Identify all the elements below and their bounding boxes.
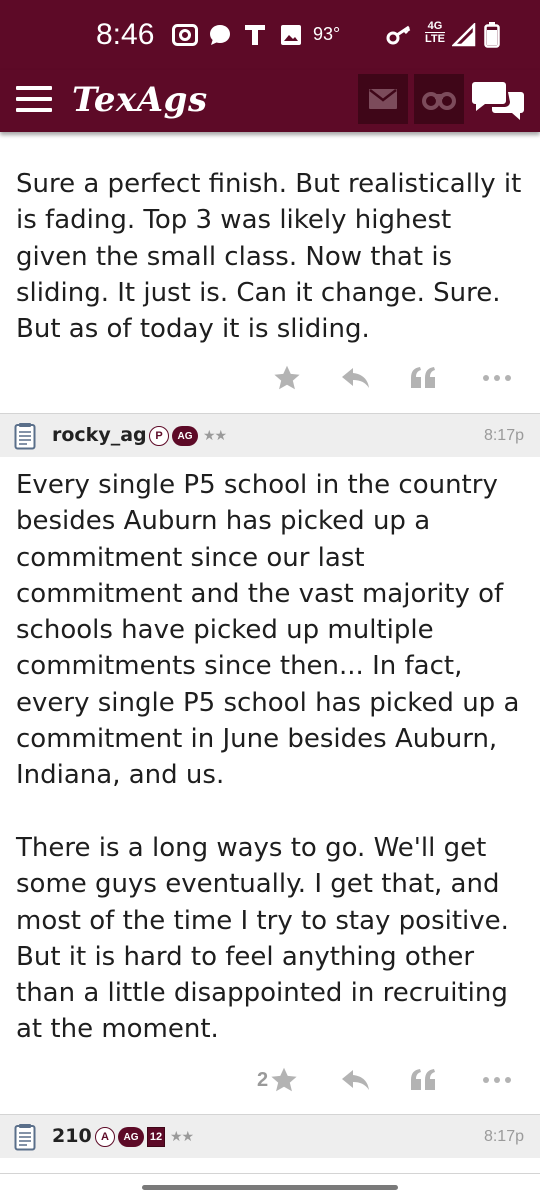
post-paragraph: There is a long ways to go. We'll get so… bbox=[16, 832, 509, 1045]
post-body: Sure a perfect finish. But realistically… bbox=[16, 169, 522, 345]
t-mobile-icon bbox=[244, 22, 266, 48]
more-options-button[interactable] bbox=[482, 1060, 512, 1100]
menu-icon[interactable] bbox=[14, 83, 54, 115]
star-count: 2 bbox=[257, 1068, 269, 1091]
badge-ag: AG bbox=[172, 426, 198, 446]
reply-button[interactable] bbox=[341, 1060, 371, 1100]
site-logo[interactable]: TexAgs bbox=[72, 80, 208, 120]
notepad-icon[interactable] bbox=[14, 422, 36, 454]
divider bbox=[0, 1173, 540, 1174]
badge-12: 12 bbox=[147, 1127, 165, 1147]
key-icon bbox=[386, 22, 414, 48]
quote-icon bbox=[411, 367, 435, 388]
badge-a: A bbox=[95, 1127, 115, 1147]
signal-icon bbox=[452, 22, 476, 48]
post-time: 8:17p bbox=[483, 427, 524, 444]
user-badges: P AG ★★ bbox=[149, 426, 227, 446]
chat-icon bbox=[472, 82, 524, 120]
rating-stars: ★★ bbox=[203, 428, 227, 444]
reply-icon bbox=[342, 1070, 369, 1090]
quote-button[interactable] bbox=[410, 1060, 436, 1100]
star-button[interactable] bbox=[273, 358, 301, 398]
user-badges: A AG 12 ★★ bbox=[95, 1127, 194, 1147]
temperature: 93° bbox=[313, 24, 341, 44]
post-actions: 2 bbox=[0, 1060, 540, 1100]
network-type: 4G LTE bbox=[425, 20, 445, 45]
post-paragraph: Every single P5 school in the country be… bbox=[16, 470, 520, 791]
notepad-icon[interactable] bbox=[14, 1123, 36, 1155]
image-icon bbox=[280, 22, 302, 48]
binoculars-button[interactable] bbox=[414, 74, 464, 124]
star-icon bbox=[271, 1067, 297, 1092]
quote-button[interactable] bbox=[410, 358, 436, 398]
status-time: 8:46 bbox=[96, 18, 155, 51]
star-button[interactable]: 2 bbox=[257, 1060, 298, 1100]
quote-icon bbox=[411, 1069, 435, 1090]
more-dots-icon bbox=[483, 1077, 511, 1083]
post-body: Every single P5 school in the country be… bbox=[16, 467, 526, 1048]
more-dots-icon bbox=[483, 375, 511, 381]
reply-button[interactable] bbox=[341, 358, 371, 398]
binoculars-icon bbox=[422, 92, 456, 110]
badge-p: P bbox=[149, 426, 169, 446]
more-options-button[interactable] bbox=[482, 358, 512, 398]
mail-icon bbox=[369, 89, 397, 109]
star-icon bbox=[274, 365, 300, 390]
username[interactable]: rocky_ag bbox=[52, 424, 147, 446]
post-time: 8:17p bbox=[483, 1128, 524, 1145]
badge-ag: AG bbox=[118, 1127, 144, 1147]
camera-icon bbox=[172, 22, 198, 48]
post-header: rocky_ag P AG ★★ 8:17p bbox=[0, 413, 540, 457]
message-bubble-icon bbox=[208, 22, 232, 48]
mail-button[interactable] bbox=[358, 74, 408, 124]
app-header: TexAgs bbox=[0, 70, 540, 132]
reply-icon bbox=[342, 368, 369, 388]
post-actions bbox=[0, 358, 540, 398]
status-bar: 8:46 93° 4G LTE bbox=[0, 0, 540, 70]
battery-icon bbox=[484, 22, 500, 48]
home-indicator[interactable] bbox=[142, 1185, 398, 1190]
post-header: 210 A AG 12 ★★ 8:17p bbox=[0, 1114, 540, 1158]
username[interactable]: 210 bbox=[52, 1125, 92, 1147]
rating-stars: ★★ bbox=[170, 1129, 194, 1145]
chat-button[interactable] bbox=[472, 78, 524, 124]
